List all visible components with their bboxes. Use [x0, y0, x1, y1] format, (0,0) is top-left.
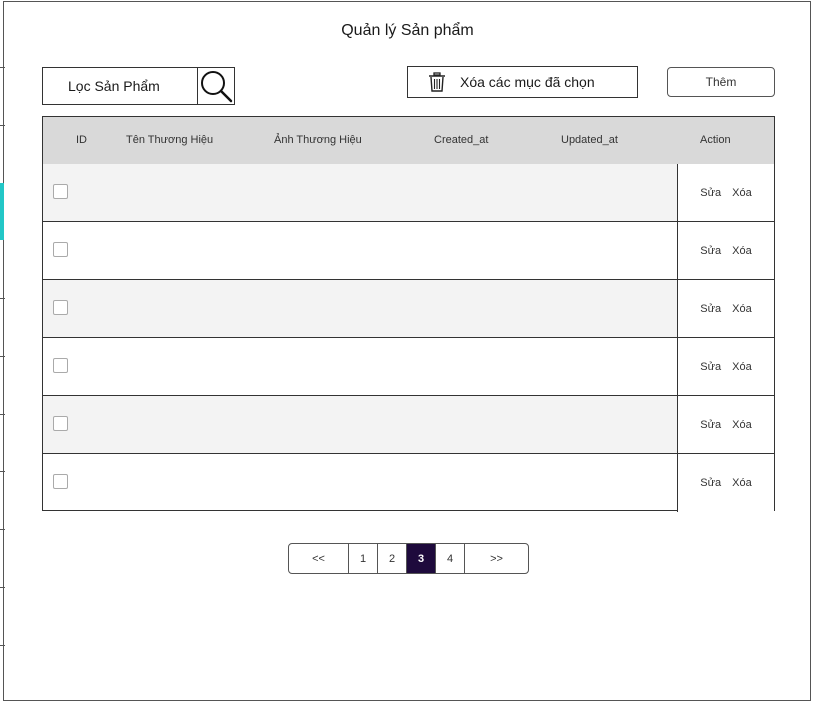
search-icon — [201, 71, 233, 103]
delete-link[interactable]: Xóa — [732, 419, 752, 431]
edge-tick — [0, 125, 5, 126]
edge-tick — [0, 298, 5, 299]
filter-box[interactable]: Lọc Sản Phẩm — [42, 67, 235, 105]
column-header-brand-image: Ảnh Thương Hiệu — [274, 134, 362, 146]
delete-link[interactable]: Xóa — [732, 477, 752, 489]
edge-tick — [0, 67, 5, 68]
trash-icon — [428, 72, 446, 92]
edge-tick — [0, 356, 5, 357]
row-actions: Sửa Xóa — [678, 454, 774, 512]
column-header-action: Action — [700, 134, 731, 146]
column-header-created-at: Created_at — [434, 134, 489, 146]
page-button-1[interactable]: 1 — [349, 544, 378, 573]
data-table: ID Tên Thương Hiệu Ảnh Thương Hiệu Creat… — [42, 116, 775, 512]
edge-tick — [0, 414, 5, 415]
row-checkbox[interactable] — [53, 184, 68, 199]
edge-tick — [0, 529, 5, 530]
page-button-2[interactable]: 2 — [378, 544, 407, 573]
edit-link[interactable]: Sửa — [700, 187, 721, 199]
table-row: Sửa Xóa — [43, 454, 774, 512]
row-actions: Sửa Xóa — [678, 338, 774, 395]
edge-tick — [0, 645, 5, 646]
row-cells — [43, 396, 678, 453]
row-actions: Sửa Xóa — [678, 280, 774, 337]
delete-selected-label: Xóa các mục đã chọn — [460, 74, 595, 90]
row-cells — [43, 164, 678, 221]
row-actions: Sửa Xóa — [678, 164, 774, 221]
row-actions: Sửa Xóa — [678, 396, 774, 453]
edit-link[interactable]: Sửa — [700, 245, 721, 257]
table-row: Sửa Xóa — [43, 164, 774, 222]
edge-tick — [0, 587, 5, 588]
row-cells — [43, 338, 678, 395]
prev-page-button[interactable]: << — [289, 544, 349, 573]
delete-link[interactable]: Xóa — [732, 245, 752, 257]
add-button[interactable]: Thêm — [667, 67, 775, 97]
row-cells — [43, 280, 678, 337]
page-button-4[interactable]: 4 — [436, 544, 465, 573]
column-header-id: ID — [76, 134, 87, 146]
delete-link[interactable]: Xóa — [732, 361, 752, 373]
table-header: ID Tên Thương Hiệu Ảnh Thương Hiệu Creat… — [43, 117, 774, 165]
row-checkbox[interactable] — [53, 358, 68, 373]
delete-link[interactable]: Xóa — [732, 303, 752, 315]
table-row: Sửa Xóa — [43, 338, 774, 396]
row-cells — [43, 454, 678, 512]
column-header-brand-name: Tên Thương Hiệu — [126, 134, 214, 146]
edit-link[interactable]: Sửa — [700, 419, 721, 431]
row-cells — [43, 222, 678, 279]
edit-link[interactable]: Sửa — [700, 303, 721, 315]
edge-accent — [0, 183, 4, 240]
page-title: Quản lý Sản phẩm — [341, 22, 474, 39]
delete-selected-button[interactable]: Xóa các mục đã chọn — [407, 66, 638, 98]
edit-link[interactable]: Sửa — [700, 361, 721, 373]
table-row: Sửa Xóa — [43, 280, 774, 338]
row-checkbox[interactable] — [53, 300, 68, 315]
table-row: Sửa Xóa — [43, 396, 774, 454]
next-page-button[interactable]: >> — [465, 544, 528, 573]
search-button[interactable] — [197, 68, 234, 104]
delete-link[interactable]: Xóa — [732, 187, 752, 199]
table-row: Sửa Xóa — [43, 222, 774, 280]
filter-label[interactable]: Lọc Sản Phẩm — [43, 68, 197, 104]
edit-link[interactable]: Sửa — [700, 477, 721, 489]
row-checkbox[interactable] — [53, 474, 68, 489]
pagination: << 1 2 3 4 >> — [288, 543, 529, 574]
column-header-updated-at: Updated_at — [561, 134, 618, 146]
row-checkbox[interactable] — [53, 242, 68, 257]
page-button-3-current[interactable]: 3 — [407, 544, 436, 573]
edge-tick — [0, 471, 5, 472]
row-actions: Sửa Xóa — [678, 222, 774, 279]
row-checkbox[interactable] — [53, 416, 68, 431]
